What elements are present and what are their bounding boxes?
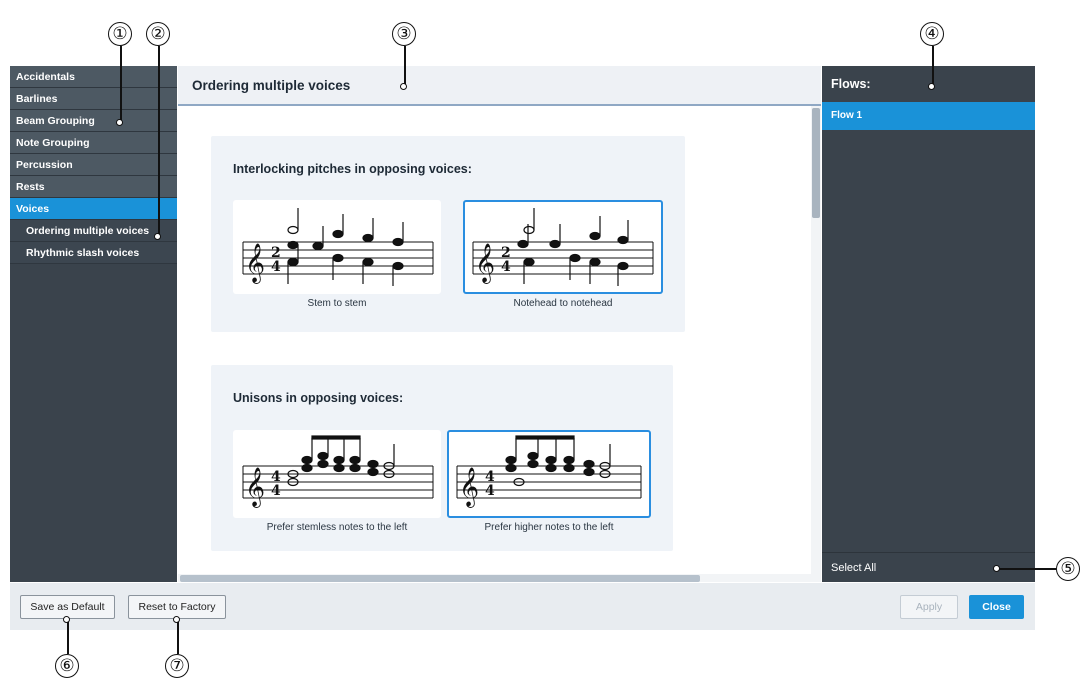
interlocking-pitches-section: Interlocking pitches in opposing voices:… [211, 136, 685, 332]
flows-title: Flows: [831, 77, 871, 91]
callout-dot [154, 233, 161, 240]
option-prefer-higher-left[interactable]: 𝄞 4 4 Prefer higher notes to the left [447, 430, 651, 542]
sidebar-item-label: Ordering multiple voices [26, 225, 150, 237]
category-sidebar: Accidentals Barlines Beam Grouping Note … [10, 66, 177, 582]
horizontal-scrollbar[interactable] [178, 574, 811, 582]
music-notation-image: 𝄞 4 4 [242, 435, 434, 508]
svg-text:4: 4 [485, 483, 495, 499]
sidebar-item-note-grouping[interactable]: Note Grouping [10, 132, 177, 154]
sidebar-item-label: Beam Grouping [16, 115, 95, 127]
callout-6: ⑥ [55, 654, 79, 678]
vertical-scrollbar[interactable] [811, 106, 821, 582]
apply-button[interactable]: Apply [900, 595, 958, 619]
svg-text:4: 4 [271, 259, 281, 275]
callout-line [120, 46, 122, 122]
dialog-footer: Save as Default Reset to Factory Apply C… [10, 583, 1035, 630]
sidebar-item-accidentals[interactable]: Accidentals [10, 66, 177, 88]
scroll-thumb[interactable] [812, 108, 820, 218]
scroll-thumb[interactable] [180, 575, 700, 582]
section-heading: Unisons in opposing voices: [233, 391, 404, 405]
sidebar-item-label: Note Grouping [16, 137, 90, 149]
callout-4: ④ [920, 22, 944, 46]
svg-text:𝄞: 𝄞 [459, 467, 479, 508]
sidebar-subitem-rhythmic-slash-voices[interactable]: Rhythmic slash voices [10, 242, 177, 264]
close-button[interactable]: Close [969, 595, 1024, 619]
sidebar-item-label: Voices [16, 203, 50, 215]
music-notation-image: 𝄞 4 4 [456, 435, 642, 508]
svg-text:𝄞: 𝄞 [245, 243, 265, 284]
page-title: Ordering multiple voices [192, 78, 351, 93]
callout-line [932, 46, 934, 86]
sidebar-item-percussion[interactable]: Percussion [10, 154, 177, 176]
option-stem-to-stem[interactable]: 𝄞 2 4 Stem to stem [233, 200, 441, 312]
callout-line [158, 46, 160, 236]
sidebar-item-label: Accidentals [16, 71, 75, 83]
notation-example-selected[interactable]: 𝄞 2 4 [463, 200, 663, 294]
sidebar-item-voices[interactable]: Voices [10, 198, 177, 220]
svg-text:4: 4 [501, 259, 511, 275]
callout-5: ⑤ [1056, 557, 1080, 581]
flow-item[interactable]: Flow 1 [822, 102, 1035, 130]
callout-2: ② [146, 22, 170, 46]
svg-text:𝄞: 𝄞 [245, 467, 265, 508]
option-label: Stem to stem [307, 298, 367, 309]
callout-7: ⑦ [165, 654, 189, 678]
sidebar-item-label: Percussion [16, 159, 73, 171]
select-all-button[interactable]: Select All [831, 562, 876, 574]
sidebar-item-label: Barlines [16, 93, 58, 105]
svg-text:𝄞: 𝄞 [475, 243, 495, 284]
callout-dot [993, 565, 1000, 572]
option-label: Notehead to notehead [513, 298, 613, 309]
sidebar-item-barlines[interactable]: Barlines [10, 88, 177, 110]
notation-example[interactable]: 𝄞 2 4 [233, 200, 441, 294]
option-notehead-to-notehead[interactable]: 𝄞 2 4 Notehead to notehead [463, 200, 663, 312]
flows-panel: Flows: Flow 1 Select All [822, 66, 1035, 582]
callout-3: ③ [392, 22, 416, 46]
callout-line [404, 46, 406, 86]
engraving-options-dialog: Accidentals Barlines Beam Grouping Note … [0, 0, 1085, 682]
callout-line [177, 620, 179, 654]
sidebar-item-label: Rests [16, 181, 45, 193]
option-label: Prefer higher notes to the left [484, 522, 614, 533]
callout-1: ① [108, 22, 132, 46]
page-header: Ordering multiple voices [178, 66, 821, 106]
music-notation-image: 𝄞 2 4 [472, 208, 654, 286]
callout-dot [400, 83, 407, 90]
option-label: Prefer stemless notes to the left [266, 522, 408, 533]
notation-example[interactable]: 𝄞 4 4 [233, 430, 441, 518]
callout-dot [116, 119, 123, 126]
callout-dot [928, 83, 935, 90]
sidebar-item-rests[interactable]: Rests [10, 176, 177, 198]
option-prefer-stemless-left[interactable]: 𝄞 4 4 Prefer stemless notes to the left [233, 430, 441, 542]
callout-line [998, 568, 1056, 570]
music-notation-image: 𝄞 2 4 [242, 208, 434, 286]
svg-text:4: 4 [271, 483, 281, 499]
callout-dot [63, 616, 70, 623]
section-heading: Interlocking pitches in opposing voices: [233, 162, 472, 176]
sidebar-subitem-ordering-multiple-voices[interactable]: Ordering multiple voices [10, 220, 177, 242]
callout-dot [173, 616, 180, 623]
notation-example-selected[interactable]: 𝄞 4 4 [447, 430, 651, 518]
unisons-section: Unisons in opposing voices: 𝄞 4 4 Prefer… [211, 365, 673, 551]
options-content: Interlocking pitches in opposing voices:… [178, 106, 821, 582]
callout-line [67, 620, 69, 654]
sidebar-item-label: Rhythmic slash voices [26, 247, 140, 259]
select-all-row: Select All [822, 552, 1035, 582]
sidebar-item-beam-grouping[interactable]: Beam Grouping [10, 110, 177, 132]
